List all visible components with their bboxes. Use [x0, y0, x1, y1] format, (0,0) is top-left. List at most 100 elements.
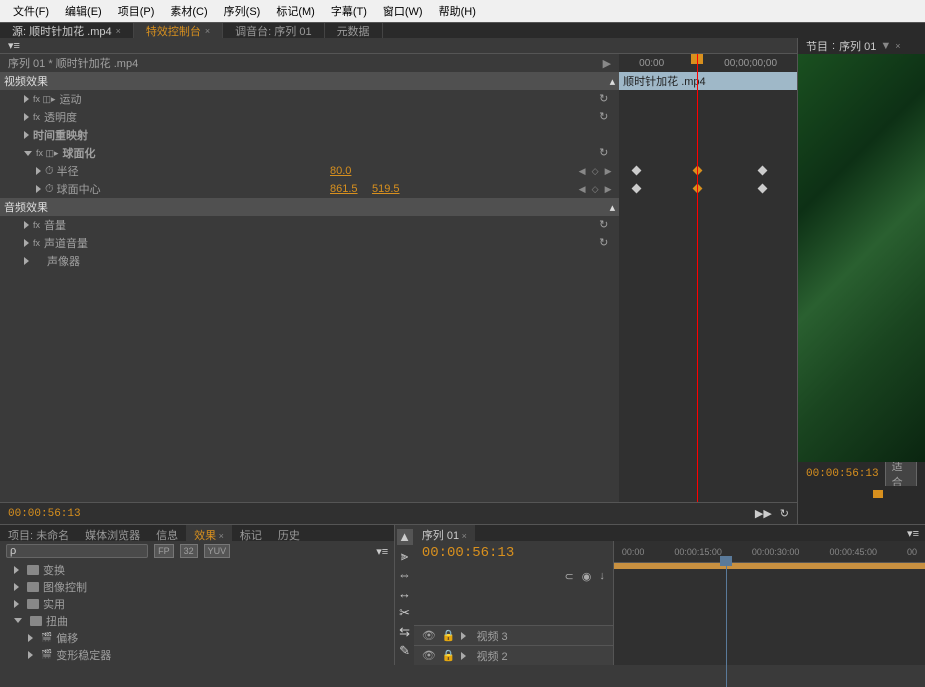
- panel-menu-icon[interactable]: ▾≡: [376, 545, 388, 558]
- triangle-icon[interactable]: [14, 618, 22, 623]
- triangle-icon[interactable]: [14, 566, 19, 574]
- menu-item[interactable]: 素材(C): [162, 3, 215, 19]
- close-icon[interactable]: ×: [116, 26, 121, 36]
- add-keyframe-icon[interactable]: ◇: [590, 184, 600, 194]
- menu-item[interactable]: 字幕(T): [323, 3, 375, 19]
- menu-item[interactable]: 标记(M): [268, 3, 323, 19]
- badge-fp[interactable]: FP: [154, 544, 174, 558]
- value-center-y[interactable]: 519.5: [372, 183, 400, 195]
- add-keyframe-icon[interactable]: ◇: [590, 166, 600, 176]
- program-timecode[interactable]: 00:00:56:13: [806, 468, 879, 480]
- prev-keyframe-icon[interactable]: ◀: [577, 166, 587, 176]
- eye-icon[interactable]: 👁: [422, 649, 436, 662]
- tree-row[interactable]: 图像控制: [0, 578, 394, 595]
- timeline-ruler[interactable]: 00:0000;00;00;00: [619, 54, 797, 72]
- collapse-icon[interactable]: ▴: [610, 75, 616, 88]
- triangle-icon[interactable]: [28, 651, 33, 659]
- tree-row[interactable]: 扭曲: [0, 612, 394, 629]
- slip-tool-icon[interactable]: ⇆: [397, 624, 413, 640]
- prev-keyframe-icon[interactable]: ◀: [577, 184, 587, 194]
- keyframe-track-center[interactable]: [619, 180, 797, 198]
- reset-icon[interactable]: ↻: [599, 92, 613, 106]
- settings-icon[interactable]: ↓: [599, 570, 605, 582]
- loop-icon[interactable]: ↻: [780, 507, 789, 520]
- timecode-display[interactable]: 00:00:56:13: [8, 508, 81, 520]
- menu-item[interactable]: 序列(S): [216, 3, 269, 19]
- search-input[interactable]: ρ: [6, 544, 148, 558]
- pen-tool-icon[interactable]: ✎: [397, 643, 413, 659]
- effect-timeline[interactable]: 00:0000;00;00;00 顺时针加花 .mp4: [619, 54, 797, 502]
- video-track-2[interactable]: 👁🔒视频 2: [414, 645, 613, 665]
- triangle-icon[interactable]: [28, 634, 33, 642]
- tree-row[interactable]: 实用: [0, 595, 394, 612]
- track-select-tool-icon[interactable]: ⫸: [397, 548, 413, 564]
- next-keyframe-icon[interactable]: ▶: [603, 184, 613, 194]
- video-track-3[interactable]: 👁🔒视频 3: [414, 625, 613, 645]
- reset-icon[interactable]: ↻: [599, 110, 613, 124]
- sequence-timeline[interactable]: 00:0000:00:15:0000:00:30:0000:00:45:0000: [614, 541, 925, 665]
- close-icon[interactable]: ×: [205, 26, 210, 36]
- value-radius[interactable]: 80.0: [330, 165, 351, 177]
- tab-markers[interactable]: 标记: [232, 525, 270, 541]
- close-icon[interactable]: ×: [216, 531, 224, 541]
- effect-motion[interactable]: fx ◫▸运动↻: [0, 90, 619, 108]
- keyframe-icon[interactable]: [632, 184, 642, 194]
- lock-icon[interactable]: 🔒: [442, 629, 456, 642]
- tab-sequence[interactable]: 序列 01 ×: [414, 525, 475, 541]
- badge-32[interactable]: 32: [180, 544, 198, 558]
- close-icon[interactable]: ×: [459, 531, 467, 541]
- effect-panner[interactable]: 声像器: [0, 252, 619, 270]
- snap-icon[interactable]: ⊂: [564, 570, 573, 583]
- tab-effects[interactable]: 效果 ×: [186, 525, 232, 541]
- playhead[interactable]: [697, 54, 698, 502]
- tab-source[interactable]: 源: 顺时针加花 .mp4×: [0, 23, 134, 38]
- ripple-tool-icon[interactable]: ⇔: [397, 567, 413, 583]
- menu-item[interactable]: 窗口(W): [375, 3, 431, 19]
- tab-effect-controls[interactable]: 特效控制台×: [134, 23, 223, 38]
- rate-tool-icon[interactable]: ↔: [397, 586, 413, 602]
- keyframe-icon[interactable]: [758, 166, 768, 176]
- menu-item[interactable]: 文件(F): [5, 3, 57, 19]
- tab-info[interactable]: 信息: [148, 525, 186, 541]
- effect-opacity[interactable]: fx透明度↻: [0, 108, 619, 126]
- triangle-icon[interactable]: [14, 600, 19, 608]
- tab-history[interactable]: 历史: [270, 525, 308, 541]
- menu-item[interactable]: 帮助(H): [431, 3, 484, 19]
- collapse-icon[interactable]: ▴: [610, 201, 616, 214]
- effect-volume[interactable]: fx音量↻: [0, 216, 619, 234]
- value-center-x[interactable]: 861.5: [330, 183, 358, 195]
- triangle-icon[interactable]: [14, 583, 19, 591]
- sequence-timecode[interactable]: 00:00:56:13: [422, 545, 514, 561]
- program-ruler[interactable]: [798, 486, 925, 504]
- effect-channel-volume[interactable]: fx声道音量↻: [0, 234, 619, 252]
- keyframe-track-radius[interactable]: [619, 162, 797, 180]
- playhead[interactable]: [726, 563, 727, 687]
- reset-icon[interactable]: ↻: [599, 146, 613, 160]
- reset-icon[interactable]: ↻: [599, 236, 613, 250]
- play-icon[interactable]: ▶▶: [755, 507, 772, 520]
- tab-media-browser[interactable]: 媒体浏览器: [77, 525, 148, 541]
- menu-item[interactable]: 项目(P): [110, 3, 163, 19]
- next-keyframe-icon[interactable]: ▶: [603, 166, 613, 176]
- effect-timeremap[interactable]: 时间重映射: [0, 126, 619, 144]
- keyframe-icon[interactable]: [632, 166, 642, 176]
- reset-icon[interactable]: ↻: [599, 218, 613, 232]
- tab-project[interactable]: 项目: 未命名: [0, 525, 77, 541]
- main-menu[interactable]: 文件(F)编辑(E)项目(P)素材(C)序列(S)标记(M)字幕(T)窗口(W)…: [0, 0, 925, 22]
- tab-metadata[interactable]: 元数据: [325, 23, 383, 38]
- effect-spherize[interactable]: fx ◫▸球面化↻: [0, 144, 619, 162]
- playhead-handle[interactable]: [873, 490, 883, 498]
- keyframe-icon[interactable]: [758, 184, 768, 194]
- tab-program[interactable]: 节目: 序列 01▼×: [798, 38, 925, 54]
- razor-tool-icon[interactable]: ✂: [397, 605, 413, 621]
- preview-viewport[interactable]: [798, 54, 925, 462]
- close-icon[interactable]: ×: [895, 41, 900, 51]
- tree-row[interactable]: 🎬变形稳定器: [0, 646, 394, 663]
- selection-tool-icon[interactable]: ▲: [397, 529, 413, 545]
- badge-yuv[interactable]: YUV: [204, 544, 231, 558]
- prop-center[interactable]: ⏱球面中心 861.5 519.5 ◀◇▶: [0, 180, 619, 198]
- tab-audio-mixer[interactable]: 调音台: 序列 01: [223, 23, 324, 38]
- lock-icon[interactable]: 🔒: [442, 649, 456, 662]
- timeline-clip[interactable]: 顺时针加花 .mp4: [619, 72, 797, 90]
- eye-icon[interactable]: 👁: [422, 629, 436, 642]
